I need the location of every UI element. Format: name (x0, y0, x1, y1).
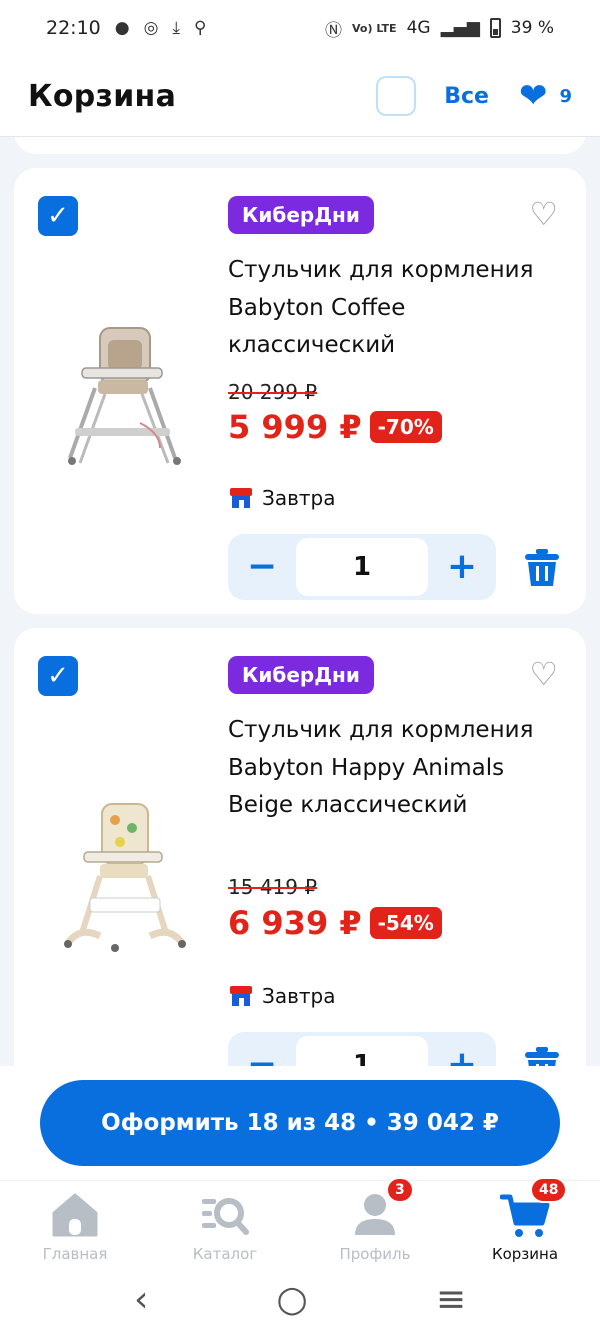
promo-badge: КиберДни (228, 196, 374, 234)
message-icon: ● (114, 18, 130, 38)
select-all-label[interactable]: Все (444, 84, 489, 109)
favorite-outline-icon[interactable]: ♡ (529, 658, 558, 690)
menu-icon[interactable]: ≡ (436, 1279, 466, 1320)
page-title: Корзина (28, 78, 177, 114)
old-price: 20 299 ₽ (228, 380, 318, 404)
delivery-date: Завтра (262, 486, 336, 510)
instagram-icon: ◎ (143, 18, 159, 38)
nav-home[interactable]: Главная (0, 1181, 150, 1264)
item-checkbox[interactable]: ✓ (38, 196, 78, 236)
old-price: 15 419 ₽ (228, 875, 318, 899)
app-header: Корзина Все ❤ 9 (0, 56, 600, 136)
store-icon (230, 986, 252, 1006)
system-navigation: ‹ ○ ≡ (0, 1264, 600, 1334)
nav-catalog[interactable]: Каталог (150, 1181, 300, 1264)
battery-level: 39 % (510, 18, 554, 38)
nav-profile[interactable]: 3 Профиль (300, 1177, 450, 1264)
network-type: 4G (406, 18, 431, 38)
increase-quantity-button[interactable]: + (428, 1032, 496, 1066)
quantity-stepper: − 1 + (228, 534, 496, 600)
quantity-value[interactable]: 1 (296, 538, 428, 596)
favorite-outline-icon[interactable]: ♡ (529, 198, 558, 230)
current-price: 5 999 ₽ (228, 408, 362, 446)
checkout-button[interactable]: Оформить 18 из 48 • 39 042 ₽ (40, 1080, 560, 1166)
product-name[interactable]: Стульчик для кормления Babyton Coffee кл… (228, 252, 558, 365)
product-image-highchair-happy-animals[interactable] (60, 798, 190, 958)
cart-list[interactable]: ✓ ♡ КиберДни Стульчик для кормления Baby… (0, 136, 600, 1066)
decrease-quantity-button[interactable]: − (228, 534, 296, 600)
nav-label: Главная (42, 1245, 108, 1263)
battery-icon (489, 18, 501, 38)
price-row: 5 999 ₽ -70% (228, 408, 442, 446)
bottom-navigation: Главная Каталог 3 Профиль 48 Корзина (0, 1177, 600, 1264)
signal-icon: ▂▄▆ (440, 18, 480, 38)
home-circle-icon[interactable]: ○ (276, 1279, 307, 1320)
volte-icon: Vo) LTE (352, 21, 397, 35)
download-icon: ⤓ (172, 18, 180, 38)
delivery-info: Завтра (230, 486, 335, 510)
profile-badge: 3 (386, 1177, 414, 1203)
decrease-quantity-button[interactable]: − (228, 1032, 296, 1066)
nav-label: Профиль (339, 1245, 411, 1263)
delivery-info: Завтра (230, 984, 335, 1008)
search-icon: ⚲ (193, 18, 207, 38)
nav-cart[interactable]: 48 Корзина (450, 1177, 600, 1264)
trash-icon[interactable] (524, 548, 560, 588)
cart-badge: 48 (530, 1177, 568, 1203)
favorites-count[interactable]: 9 (559, 86, 572, 107)
select-all-checkbox[interactable] (376, 76, 417, 116)
product-name[interactable]: Стульчик для кормления Babyton Happy Ani… (228, 712, 558, 825)
catalog-search-icon (202, 1198, 249, 1235)
clock: 22:10 (46, 17, 101, 39)
cart-item: ✓ ♡ КиберДни Стульчик для кормления Baby… (14, 168, 586, 614)
price-row: 6 939 ₽ -54% (228, 904, 442, 942)
quantity-value[interactable]: 1 (296, 1036, 428, 1066)
current-price: 6 939 ₽ (228, 904, 362, 942)
nfc-icon: Ⓝ (325, 20, 343, 41)
discount-badge: -54% (369, 907, 442, 939)
delivery-date: Завтра (262, 984, 336, 1008)
trash-icon[interactable] (524, 1046, 560, 1066)
promo-badge: КиберДни (228, 656, 374, 694)
favorites-heart-icon[interactable]: ❤ (519, 79, 548, 113)
item-checkbox[interactable]: ✓ (38, 656, 78, 696)
previous-card (14, 136, 586, 154)
increase-quantity-button[interactable]: + (428, 534, 496, 600)
store-icon (230, 488, 252, 508)
status-bar: 22:10 ● ◎ ⤓ ⚲ Ⓝ Vo) LTE 4G ▂▄▆ 39 % (0, 0, 600, 56)
checkout-bar: Оформить 18 из 48 • 39 042 ₽ (0, 1066, 600, 1180)
product-image-highchair-coffee[interactable] (60, 318, 190, 478)
discount-badge: -70% (369, 411, 442, 443)
back-icon[interactable]: ‹ (134, 1279, 148, 1320)
nav-label: Корзина (491, 1245, 559, 1263)
cart-item: ✓ ♡ КиберДни Стульчик для кормления Baby… (14, 628, 586, 1066)
quantity-stepper: − 1 + (228, 1032, 496, 1066)
home-icon (52, 1193, 98, 1237)
nav-label: Каталог (192, 1245, 258, 1263)
